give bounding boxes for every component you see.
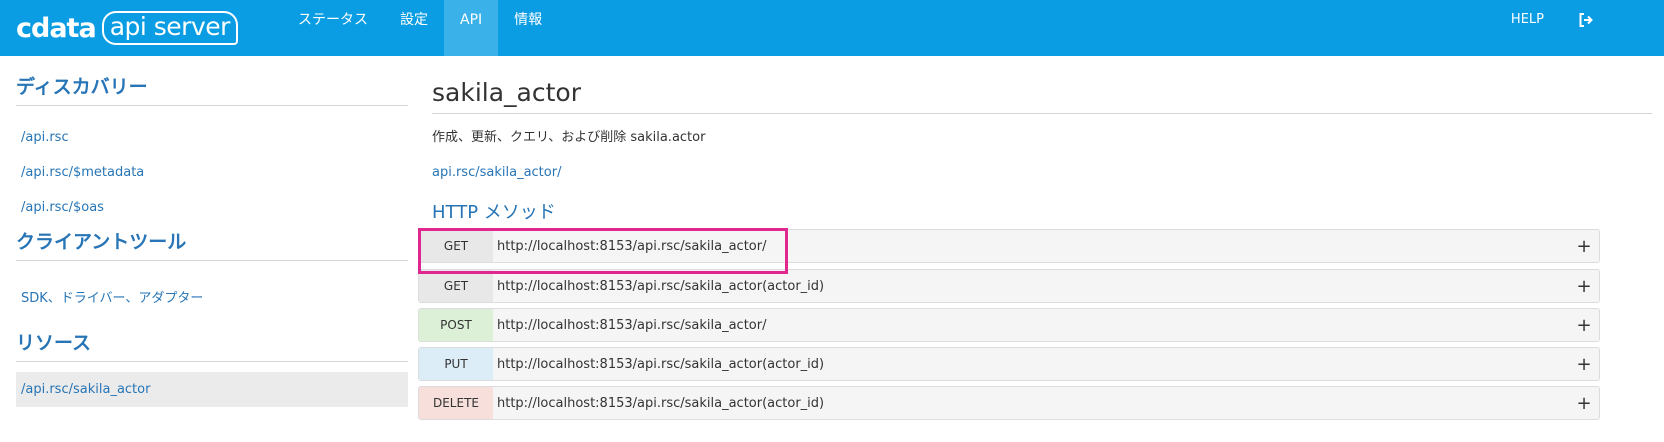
logout-icon [1579, 13, 1593, 27]
tab-settings[interactable]: 設定 [384, 0, 444, 56]
tab-api[interactable]: API [444, 0, 499, 56]
method-badge: DELETE [419, 387, 493, 419]
nav-right: HELP [1495, 0, 1664, 56]
tab-status[interactable]: ステータス [282, 0, 384, 56]
plus-icon[interactable]: + [1569, 236, 1599, 257]
sidebar: ディスカバリー /api.rsc /api.rsc/$metadata /api… [16, 56, 408, 407]
sidebar-link-sdk[interactable]: SDK、ドライバー、アダプター [16, 277, 408, 316]
method-url: http://localhost:8153/api.rsc/sakila_act… [497, 395, 825, 411]
method-badge: POST [419, 309, 493, 341]
method-row-post[interactable]: POST http://localhost:8153/api.rsc/sakil… [418, 308, 1600, 342]
method-url: http://localhost:8153/api.rsc/sakila_act… [497, 278, 825, 294]
plus-icon[interactable]: + [1569, 276, 1599, 297]
sidebar-heading-discovery: ディスカバリー [16, 72, 408, 106]
main-content: sakila_actor 作成、更新、クエリ、および削除 sakila.acto… [432, 56, 1652, 224]
sidebar-heading-client-tools: クライアントツール [16, 227, 408, 261]
method-row-get-item[interactable]: GET http://localhost:8153/api.rsc/sakila… [418, 269, 1600, 303]
sidebar-link-sakila-actor[interactable]: /api.rsc/sakila_actor [16, 372, 408, 407]
method-url: http://localhost:8153/api.rsc/sakila_act… [497, 238, 767, 254]
sidebar-heading-resources: リソース [16, 328, 408, 362]
endpoint-link[interactable]: api.rsc/sakila_actor/ [432, 165, 561, 180]
logo-brand-text: cdata [16, 12, 97, 44]
plus-icon[interactable]: + [1569, 393, 1599, 414]
nav-tabs: ステータス 設定 API 情報 [282, 0, 558, 56]
plus-icon[interactable]: + [1569, 315, 1599, 336]
sidebar-link-api-rsc[interactable]: /api.rsc [16, 120, 408, 155]
method-row-put[interactable]: PUT http://localhost:8153/api.rsc/sakila… [418, 347, 1600, 381]
method-badge: GET [419, 270, 493, 302]
method-list: GET http://localhost:8153/api.rsc/sakila… [418, 229, 1600, 420]
method-row-delete[interactable]: DELETE http://localhost:8153/api.rsc/sak… [418, 386, 1600, 420]
page-title: sakila_actor [432, 78, 1652, 114]
logo-product-text: api server [101, 11, 238, 45]
cdata-logo[interactable]: cdata api server [16, 8, 238, 48]
method-url: http://localhost:8153/api.rsc/sakila_act… [497, 356, 825, 372]
method-badge: PUT [419, 348, 493, 380]
sidebar-link-metadata[interactable]: /api.rsc/$metadata [16, 155, 408, 190]
sidebar-link-oas[interactable]: /api.rsc/$oas [16, 190, 408, 225]
http-methods-title: HTTP メソッド [432, 202, 556, 223]
logout-button[interactable] [1560, 0, 1612, 40]
plus-icon[interactable]: + [1569, 354, 1599, 375]
method-row-get-list[interactable]: GET http://localhost:8153/api.rsc/sakila… [418, 229, 1600, 263]
resource-description: 作成、更新、クエリ、および削除 sakila.actor [432, 130, 706, 145]
method-badge: GET [419, 230, 493, 262]
tab-info[interactable]: 情報 [498, 0, 558, 56]
top-navbar: cdata api server ステータス 設定 API 情報 HELP [0, 0, 1664, 56]
method-url: http://localhost:8153/api.rsc/sakila_act… [497, 317, 767, 333]
help-link[interactable]: HELP [1495, 0, 1560, 56]
